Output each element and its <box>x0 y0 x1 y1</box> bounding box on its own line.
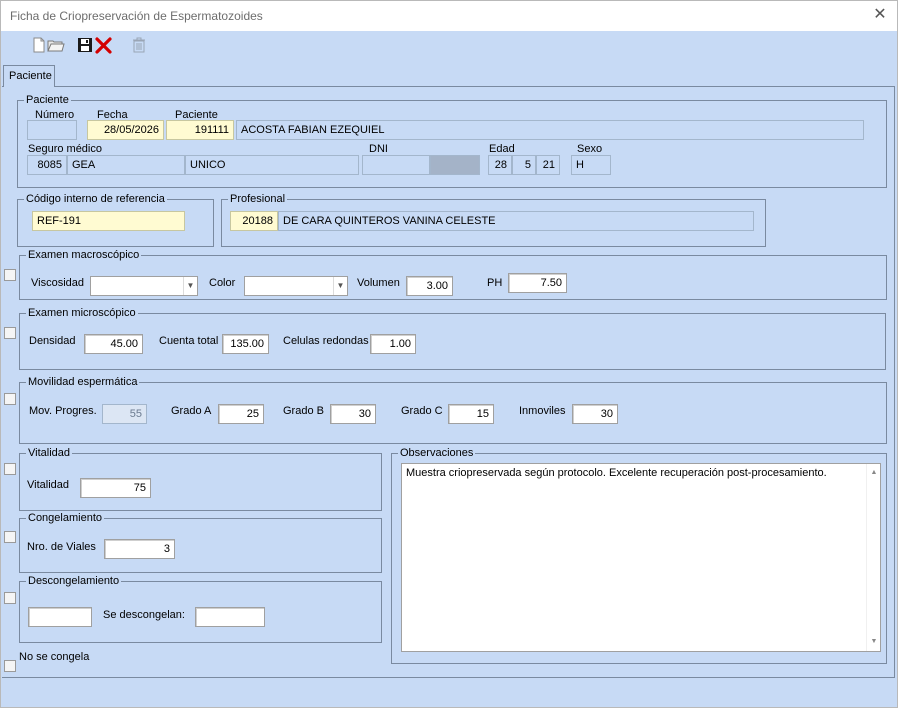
congelamiento-checkbox[interactable] <box>4 531 16 543</box>
observaciones-scrollbar[interactable]: ▲ ▼ <box>866 464 880 651</box>
paciente-nombre-field[interactable]: ACOSTA FABIAN EZEQUIEL <box>236 120 864 140</box>
trash-icon[interactable] <box>129 35 149 55</box>
save-disk-icon[interactable] <box>75 35 95 55</box>
sexo-field[interactable]: H <box>571 155 611 175</box>
viscosidad-label: Viscosidad <box>31 277 84 289</box>
grado-a-field[interactable]: 25 <box>218 404 264 424</box>
macro-group-label: Examen macroscópico <box>26 249 142 262</box>
codigo-group-label: Código interno de referencia <box>24 193 167 206</box>
dni-field[interactable] <box>362 155 430 175</box>
title-bar: Ficha de Criopreservación de Espermatozo… <box>0 0 898 31</box>
dni-type-field[interactable] <box>430 155 480 175</box>
seguro-nombre-field[interactable]: GEA <box>67 155 185 175</box>
micro-checkbox[interactable] <box>4 327 16 339</box>
open-folder-icon[interactable] <box>47 35 67 55</box>
edad-meses-field[interactable]: 5 <box>512 155 536 175</box>
viscosidad-select[interactable]: ▼ <box>90 276 198 296</box>
vitalidad-field[interactable]: 75 <box>80 478 151 498</box>
mov-progres-label: Mov. Progres. <box>29 405 97 417</box>
cuenta-field[interactable]: 135.00 <box>222 334 269 354</box>
volumen-label: Volumen <box>357 277 400 289</box>
numero-field[interactable] <box>27 120 77 140</box>
observaciones-textarea[interactable]: Muestra criopreservada según protocolo. … <box>401 463 881 652</box>
viales-field[interactable]: 3 <box>104 539 175 559</box>
celulas-field[interactable]: 1.00 <box>370 334 416 354</box>
chevron-down-icon: ▼ <box>183 277 197 295</box>
se-descongelan-label: Se descongelan: <box>103 609 185 621</box>
movilidad-checkbox[interactable] <box>4 393 16 405</box>
cuenta-label: Cuenta total <box>159 335 219 347</box>
movilidad-group-label: Movilidad espermática <box>26 376 140 389</box>
edad-anios-field[interactable]: 28 <box>488 155 512 175</box>
edad-label: Edad <box>489 143 515 155</box>
profesional-group-label: Profesional <box>228 193 288 206</box>
color-label: Color <box>209 277 236 289</box>
densidad-label: Densidad <box>29 335 76 347</box>
volumen-field[interactable]: 3.00 <box>406 276 453 296</box>
scroll-up-icon[interactable]: ▲ <box>867 466 881 480</box>
no-congela-label: No se congela <box>19 651 90 663</box>
codigo-field[interactable]: REF-191 <box>32 211 185 231</box>
cancel-x-icon[interactable] <box>95 35 115 55</box>
paciente-group-label: Paciente <box>24 94 71 107</box>
grado-b-field[interactable]: 30 <box>330 404 376 424</box>
ph-label: PH <box>487 277 503 289</box>
chevron-down-icon: ▼ <box>333 277 347 295</box>
edad-dias-field[interactable]: 21 <box>536 155 560 175</box>
descongelamiento-fecha-field[interactable] <box>28 607 92 627</box>
descongelamiento-group-label: Descongelamiento <box>26 575 122 588</box>
scroll-down-icon[interactable]: ▼ <box>867 635 881 649</box>
seguro-label: Seguro médico <box>28 143 102 155</box>
grado-c-label: Grado C <box>401 405 443 417</box>
densidad-field[interactable]: 45.00 <box>84 334 143 354</box>
new-document-icon[interactable] <box>29 35 49 55</box>
sexo-label: Sexo <box>577 143 603 155</box>
micro-group-label: Examen microscópico <box>26 307 138 320</box>
macro-checkbox[interactable] <box>4 269 16 281</box>
close-icon[interactable]: ✕ <box>871 6 889 24</box>
congelamiento-group-label: Congelamiento <box>26 512 104 525</box>
vitalidad-group-label: Vitalidad <box>26 447 72 460</box>
descongelamiento-checkbox[interactable] <box>4 592 16 604</box>
celulas-label: Celulas redondas <box>283 335 369 347</box>
viales-label: Nro. de Viales <box>27 541 96 553</box>
profesional-id-field[interactable]: 20188 <box>230 211 278 231</box>
dni-label: DNI <box>369 143 388 155</box>
window-title: Ficha de Criopreservación de Espermatozo… <box>10 9 263 23</box>
no-congela-checkbox[interactable] <box>4 660 16 672</box>
grado-b-label: Grado B <box>283 405 324 417</box>
tab-paciente[interactable]: Paciente <box>3 65 55 87</box>
seguro-codigo-field[interactable]: 8085 <box>27 155 67 175</box>
client-area: Paciente Paciente Número Fecha Paciente … <box>0 31 898 708</box>
ph-field[interactable]: 7.50 <box>508 273 567 293</box>
inmoviles-label: Inmoviles <box>519 405 566 417</box>
vitalidad-group: Vitalidad <box>19 447 382 511</box>
vitalidad-label: Vitalidad <box>27 479 69 491</box>
vitalidad-checkbox[interactable] <box>4 463 16 475</box>
grado-c-field[interactable]: 15 <box>448 404 494 424</box>
se-descongelan-field[interactable] <box>195 607 265 627</box>
profesional-nombre-field[interactable]: DE CARA QUINTEROS VANINA CELESTE <box>278 211 754 231</box>
grado-a-label: Grado A <box>171 405 212 417</box>
inmoviles-field[interactable]: 30 <box>572 404 618 424</box>
mov-progres-field: 55 <box>102 404 147 424</box>
paciente-id-field[interactable]: 191111 <box>166 120 234 140</box>
seguro-plan-field[interactable]: UNICO <box>185 155 359 175</box>
observaciones-group-label: Observaciones <box>398 447 476 460</box>
observaciones-text: Muestra criopreservada según protocolo. … <box>406 467 827 479</box>
micro-group: Examen microscópico <box>19 307 886 370</box>
color-select[interactable]: ▼ <box>244 276 348 296</box>
fecha-field[interactable]: 28/05/2026 <box>87 120 164 140</box>
